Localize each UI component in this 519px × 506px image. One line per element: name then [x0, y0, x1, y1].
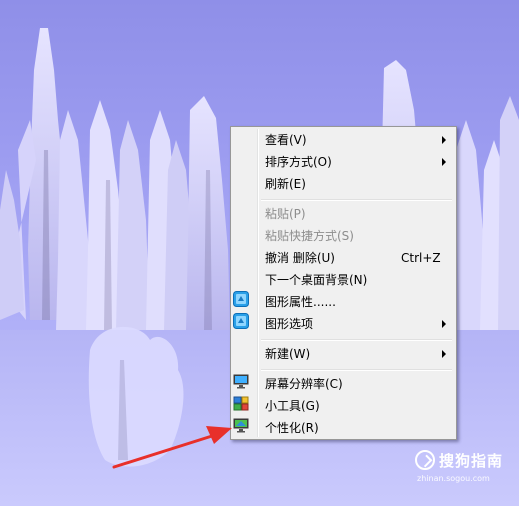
menu-item-graphics-options[interactable]: 图形选项 — [233, 313, 454, 335]
submenu-arrow-icon — [442, 320, 446, 328]
personalize-icon — [233, 418, 249, 433]
menu-item-label: 个性化(R) — [265, 421, 319, 435]
menu-item-label: 图形选项 — [265, 317, 314, 331]
watermark-brand: 搜狗指南 — [439, 452, 504, 470]
menu-item-label: 小工具(G) — [265, 399, 320, 413]
menu-item-label: 查看(V) — [265, 133, 307, 147]
menu-item-label: 下一个桌面背景(N) — [265, 273, 368, 287]
menu-item-view[interactable]: 查看(V) — [233, 129, 454, 151]
sogou-logo-icon — [415, 450, 435, 470]
menu-item-new[interactable]: 新建(W) — [233, 343, 454, 365]
menu-item-shortcut: Ctrl+Z — [401, 251, 441, 265]
display-monitor-icon — [233, 374, 249, 389]
intel-graphics-icon — [233, 291, 249, 307]
menu-item-label: 粘贴(P) — [265, 207, 306, 221]
intel-graphics-icon — [233, 313, 249, 329]
menu-item-screen-resolution[interactable]: 屏幕分辨率(C) — [233, 373, 454, 395]
desktop-wallpaper[interactable]: 查看(V) 排序方式(O) 刷新(E) 粘贴(P) 粘贴快捷方式(S) 撤消 删… — [0, 0, 519, 506]
watermark-url: zhinan.sogou.com — [417, 474, 490, 483]
menu-item-label: 粘贴快捷方式(S) — [265, 229, 354, 243]
menu-item-undo-delete[interactable]: 撤消 删除(U) Ctrl+Z — [233, 247, 454, 269]
submenu-arrow-icon — [442, 158, 446, 166]
menu-separator — [261, 339, 452, 341]
menu-item-label: 屏幕分辨率(C) — [265, 377, 343, 391]
menu-item-paste-shortcut[interactable]: 粘贴快捷方式(S) — [233, 225, 454, 247]
menu-item-refresh[interactable]: 刷新(E) — [233, 173, 454, 195]
menu-separator — [261, 369, 452, 371]
menu-item-label: 图形属性...... — [265, 295, 336, 309]
desktop-context-menu: 查看(V) 排序方式(O) 刷新(E) 粘贴(P) 粘贴快捷方式(S) 撤消 删… — [230, 126, 457, 440]
menu-item-label: 撤消 删除(U) — [265, 251, 335, 265]
gadgets-icon — [233, 396, 249, 411]
submenu-arrow-icon — [442, 136, 446, 144]
menu-item-label: 刷新(E) — [265, 177, 306, 191]
submenu-arrow-icon — [442, 350, 446, 358]
menu-item-paste[interactable]: 粘贴(P) — [233, 203, 454, 225]
menu-item-sort-by[interactable]: 排序方式(O) — [233, 151, 454, 173]
menu-item-label: 新建(W) — [265, 347, 311, 361]
sogou-watermark: 搜狗指南 zhinan.sogou.com — [415, 448, 515, 488]
menu-item-gadgets[interactable]: 小工具(G) — [233, 395, 454, 417]
menu-separator — [261, 199, 452, 201]
menu-item-graphics-properties[interactable]: 图形属性...... — [233, 291, 454, 313]
menu-item-label: 排序方式(O) — [265, 155, 332, 169]
menu-item-next-desktop-background[interactable]: 下一个桌面背景(N) — [233, 269, 454, 291]
menu-item-personalize[interactable]: 个性化(R) — [233, 417, 454, 439]
